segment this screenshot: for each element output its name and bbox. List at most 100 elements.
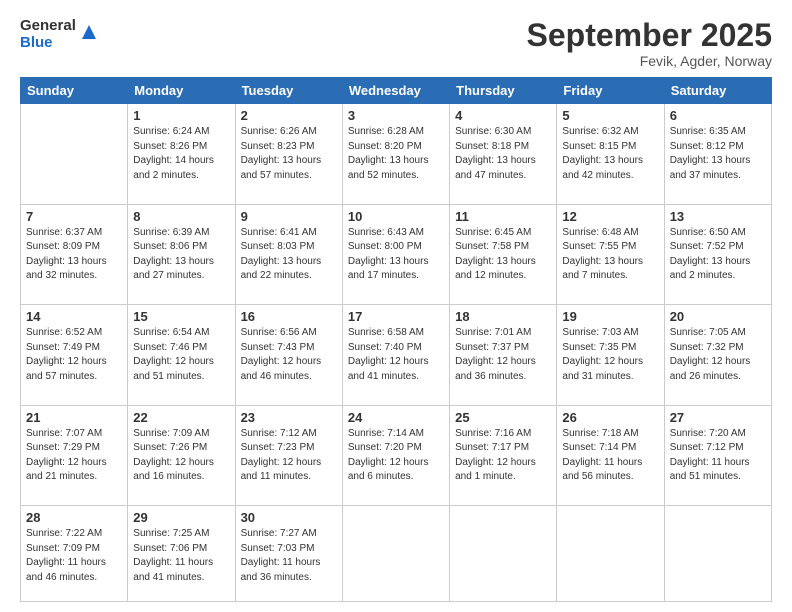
day-info: Sunrise: 7:20 AMSunset: 7:12 PMDaylight:… [670, 427, 766, 485]
day-number: 18 [455, 309, 551, 324]
day-info: Sunrise: 6:52 AMSunset: 7:49 PMDaylight:… [26, 326, 122, 384]
table-row: 26 Sunrise: 7:18 AMSunset: 7:14 PMDayligh… [557, 405, 664, 505]
day-info: Sunrise: 7:18 AMSunset: 7:14 PMDaylight:… [562, 427, 658, 485]
day-info: Sunrise: 6:26 AMSunset: 8:23 PMDaylight:… [241, 125, 337, 183]
table-row: 20 Sunrise: 7:05 AMSunset: 7:32 PMDayligh… [664, 305, 771, 405]
day-info: Sunrise: 7:07 AMSunset: 7:29 PMDaylight:… [26, 427, 122, 485]
table-row: 22 Sunrise: 7:09 AMSunset: 7:26 PMDayligh… [128, 405, 235, 505]
table-row: 25 Sunrise: 7:16 AMSunset: 7:17 PMDayligh… [450, 405, 557, 505]
day-number: 26 [562, 410, 658, 425]
day-info: Sunrise: 6:48 AMSunset: 7:55 PMDaylight:… [562, 226, 658, 284]
day-info: Sunrise: 7:27 AMSunset: 7:03 PMDaylight:… [241, 527, 337, 585]
day-number: 7 [26, 209, 122, 224]
table-row: 2 Sunrise: 6:26 AMSunset: 8:23 PMDaylight… [235, 104, 342, 204]
table-row: 19 Sunrise: 7:03 AMSunset: 7:35 PMDayligh… [557, 305, 664, 405]
logo-blue: Blue [20, 35, 76, 52]
table-row: 3 Sunrise: 6:28 AMSunset: 8:20 PMDaylight… [342, 104, 449, 204]
table-row: 27 Sunrise: 7:20 AMSunset: 7:12 PMDayligh… [664, 405, 771, 505]
table-row: 12 Sunrise: 6:48 AMSunset: 7:55 PMDayligh… [557, 204, 664, 304]
logo-general: General [20, 18, 76, 35]
day-number: 25 [455, 410, 551, 425]
title-block: September 2025 Fevik, Agder, Norway [527, 18, 772, 69]
day-number: 3 [348, 108, 444, 123]
day-number: 20 [670, 309, 766, 324]
day-info: Sunrise: 6:37 AMSunset: 8:09 PMDaylight:… [26, 226, 122, 284]
day-info: Sunrise: 6:56 AMSunset: 7:43 PMDaylight:… [241, 326, 337, 384]
day-info: Sunrise: 7:16 AMSunset: 7:17 PMDaylight:… [455, 427, 551, 485]
day-number: 8 [133, 209, 229, 224]
day-info: Sunrise: 7:09 AMSunset: 7:26 PMDaylight:… [133, 427, 229, 485]
logo: General Blue [20, 18, 100, 51]
table-row: 18 Sunrise: 7:01 AMSunset: 7:37 PMDayligh… [450, 305, 557, 405]
table-row: 6 Sunrise: 6:35 AMSunset: 8:12 PMDaylight… [664, 104, 771, 204]
day-number: 23 [241, 410, 337, 425]
day-info: Sunrise: 7:05 AMSunset: 7:32 PMDaylight:… [670, 326, 766, 384]
day-info: Sunrise: 6:45 AMSunset: 7:58 PMDaylight:… [455, 226, 551, 284]
table-row [342, 506, 449, 602]
day-info: Sunrise: 6:32 AMSunset: 8:15 PMDaylight:… [562, 125, 658, 183]
header: General Blue September 2025 Fevik, Agder… [20, 18, 772, 69]
day-number: 2 [241, 108, 337, 123]
day-number: 17 [348, 309, 444, 324]
col-saturday: Saturday [664, 78, 771, 104]
table-row: 8 Sunrise: 6:39 AMSunset: 8:06 PMDaylight… [128, 204, 235, 304]
page: General Blue September 2025 Fevik, Agder… [0, 0, 792, 612]
logo-triangle-icon [78, 21, 100, 43]
table-row: 11 Sunrise: 6:45 AMSunset: 7:58 PMDayligh… [450, 204, 557, 304]
table-row: 28Sunrise: 7:22 AMSunset: 7:09 PMDayligh… [21, 506, 128, 602]
day-info: Sunrise: 6:39 AMSunset: 8:06 PMDaylight:… [133, 226, 229, 284]
day-number: 15 [133, 309, 229, 324]
table-row: 30 Sunrise: 7:27 AMSunset: 7:03 PMDayligh… [235, 506, 342, 602]
table-row [450, 506, 557, 602]
table-row: 14Sunrise: 6:52 AMSunset: 7:49 PMDayligh… [21, 305, 128, 405]
day-info: Sunrise: 6:24 AMSunset: 8:26 PMDaylight:… [133, 125, 229, 183]
table-row [664, 506, 771, 602]
table-row: 17Sunrise: 6:58 AMSunset: 7:40 PMDayligh… [342, 305, 449, 405]
day-info: Sunrise: 7:25 AMSunset: 7:06 PMDaylight:… [133, 527, 229, 585]
calendar-table: Sunday Monday Tuesday Wednesday Thursday… [20, 77, 772, 602]
day-number: 6 [670, 108, 766, 123]
day-info: Sunrise: 7:03 AMSunset: 7:35 PMDaylight:… [562, 326, 658, 384]
month-title: September 2025 [527, 18, 772, 53]
day-info: Sunrise: 6:30 AMSunset: 8:18 PMDaylight:… [455, 125, 551, 183]
day-number: 16 [241, 309, 337, 324]
table-row [557, 506, 664, 602]
table-row: 4 Sunrise: 6:30 AMSunset: 8:18 PMDaylight… [450, 104, 557, 204]
table-row: 21 Sunrise: 7:07 AMSunset: 7:29 PMDayligh… [21, 405, 128, 505]
day-info: Sunrise: 6:41 AMSunset: 8:03 PMDaylight:… [241, 226, 337, 284]
table-row: 16 Sunrise: 6:56 AMSunset: 7:43 PMDayligh… [235, 305, 342, 405]
day-number: 21 [26, 410, 122, 425]
day-number: 11 [455, 209, 551, 224]
table-row: 15 Sunrise: 6:54 AMSunset: 7:46 PMDayligh… [128, 305, 235, 405]
calendar-header-row: Sunday Monday Tuesday Wednesday Thursday… [21, 78, 772, 104]
day-info: Sunrise: 6:28 AMSunset: 8:20 PMDaylight:… [348, 125, 444, 183]
location-subtitle: Fevik, Agder, Norway [527, 53, 772, 69]
day-info: Sunrise: 6:50 AMSunset: 7:52 PMDaylight:… [670, 226, 766, 284]
day-info: Sunrise: 7:12 AMSunset: 7:23 PMDaylight:… [241, 427, 337, 485]
day-number: 13 [670, 209, 766, 224]
table-row: 5Sunrise: 6:32 AMSunset: 8:15 PMDaylight… [557, 104, 664, 204]
day-number: 10 [348, 209, 444, 224]
col-tuesday: Tuesday [235, 78, 342, 104]
table-row: 23 Sunrise: 7:12 AMSunset: 7:23 PMDayligh… [235, 405, 342, 505]
table-row: 9 Sunrise: 6:41 AMSunset: 8:03 PMDaylight… [235, 204, 342, 304]
table-row: 7 Sunrise: 6:37 AMSunset: 8:09 PMDaylight… [21, 204, 128, 304]
day-number: 9 [241, 209, 337, 224]
day-info: Sunrise: 6:35 AMSunset: 8:12 PMDaylight:… [670, 125, 766, 183]
table-row [21, 104, 128, 204]
day-number: 27 [670, 410, 766, 425]
day-number: 30 [241, 510, 337, 525]
day-info: Sunrise: 7:22 AMSunset: 7:09 PMDaylight:… [26, 527, 122, 585]
table-row: 29Sunrise: 7:25 AMSunset: 7:06 PMDayligh… [128, 506, 235, 602]
day-info: Sunrise: 7:01 AMSunset: 7:37 PMDaylight:… [455, 326, 551, 384]
day-info: Sunrise: 7:14 AMSunset: 7:20 PMDaylight:… [348, 427, 444, 485]
col-wednesday: Wednesday [342, 78, 449, 104]
day-number: 12 [562, 209, 658, 224]
col-sunday: Sunday [21, 78, 128, 104]
day-number: 22 [133, 410, 229, 425]
day-number: 4 [455, 108, 551, 123]
day-number: 19 [562, 309, 658, 324]
table-row: 10Sunrise: 6:43 AMSunset: 8:00 PMDayligh… [342, 204, 449, 304]
day-info: Sunrise: 6:54 AMSunset: 7:46 PMDaylight:… [133, 326, 229, 384]
table-row: 24Sunrise: 7:14 AMSunset: 7:20 PMDayligh… [342, 405, 449, 505]
